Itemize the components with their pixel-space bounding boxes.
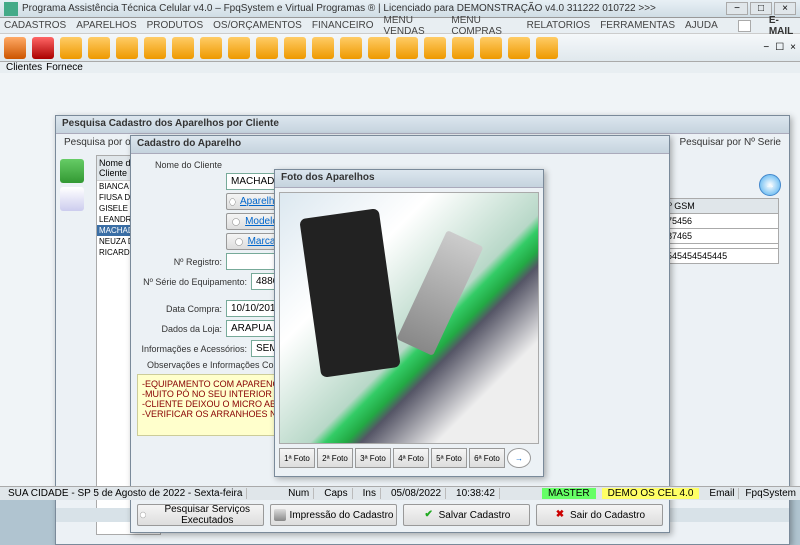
menu-ferramentas[interactable]: FERRAMENTAS	[600, 20, 675, 31]
menu-produtos[interactable]: PRODUTOS	[147, 20, 204, 31]
status-caps: Caps	[320, 488, 352, 499]
toolbar-icon-10[interactable]	[256, 37, 278, 59]
search-serial-label: Pesquisar por Nº Serie	[680, 137, 781, 148]
gsm-header: Nº GSM	[659, 198, 779, 214]
search-icon	[138, 509, 148, 521]
status-brand: FpqSystem	[745, 488, 796, 499]
foto-1-button[interactable]: 1ª Foto	[279, 448, 315, 468]
content-area: Pesquisa Cadastro dos Aparelhos por Clie…	[0, 73, 800, 493]
gsm-row[interactable]: 687465	[659, 229, 779, 244]
search-modal-title: Pesquisa Cadastro dos Aparelhos por Clie…	[56, 116, 789, 134]
status-city: SUA CIDADE - SP 5 de Agosto de 2022 - Se…	[4, 488, 247, 499]
marca-button[interactable]: Marca	[226, 233, 281, 250]
toolbar-icon-13[interactable]	[340, 37, 362, 59]
foto-modal: Foto dos Aparelhos 1ª Foto 2ª Foto 3ª Fo…	[274, 169, 544, 477]
toolbar-icon-8[interactable]	[200, 37, 222, 59]
status-num: Num	[284, 488, 314, 499]
foto-title: Foto dos Aparelhos	[275, 170, 543, 188]
status-ins: Ins	[359, 488, 381, 499]
menu-relatorios[interactable]: RELATORIOS	[527, 20, 591, 31]
main-toolbar: − ☐ ×	[0, 34, 800, 62]
toolbar-icon-7[interactable]	[172, 37, 194, 59]
toolbar-icon-15[interactable]	[396, 37, 418, 59]
info-label: Informações e Acessórios:	[137, 344, 247, 354]
search-icon	[232, 235, 246, 249]
toolbar-icon-20[interactable]	[536, 37, 558, 59]
toolbar-close[interactable]: ×	[790, 42, 796, 53]
registro-label: Nº Registro:	[137, 257, 222, 267]
status-bar: SUA CIDADE - SP 5 de Agosto de 2022 - Se…	[0, 486, 800, 500]
pesquisar-servicos-button[interactable]: Pesquisar Serviços Executados	[137, 504, 264, 526]
menu-ajuda[interactable]: AJUDA	[685, 20, 718, 31]
maximize-button[interactable]: □	[750, 2, 772, 15]
toolbar-icon-12[interactable]	[312, 37, 334, 59]
toolbar-max[interactable]: ☐	[775, 42, 784, 53]
toolbar-icon-4[interactable]	[88, 37, 110, 59]
menu-email[interactable]: E-MAIL	[769, 15, 796, 37]
menu-bar: CADASTROS APARELHOS PRODUTOS OS/ORÇAMENT…	[0, 18, 800, 34]
gsm-column: Nº GSM 875456 687465 4545454545445	[659, 198, 779, 264]
serie-label: Nº Série do Equipamento:	[137, 277, 247, 287]
gsm-row[interactable]: 4545454545445	[659, 249, 779, 264]
toolbar-label-fornece: Fornece	[46, 62, 83, 73]
nome-label: Nome do Cliente	[137, 160, 222, 170]
doc-icon[interactable]	[60, 187, 84, 211]
toolbar-icon-11[interactable]	[284, 37, 306, 59]
window-title: Programa Assistência Técnica Celular v4.…	[22, 3, 726, 14]
close-button[interactable]: ×	[774, 2, 796, 15]
toolbar-icon-6[interactable]	[144, 37, 166, 59]
status-email[interactable]: Email	[705, 488, 739, 499]
add-icon[interactable]	[60, 159, 84, 183]
status-date: 05/08/2022	[387, 488, 446, 499]
device-photo	[279, 192, 539, 444]
check-icon: ✔	[423, 509, 435, 521]
menu-os[interactable]: OS/ORÇAMENTOS	[213, 20, 302, 31]
modelo-button[interactable]: Modelo	[226, 213, 281, 230]
cadastro-title: Cadastro do Aparelho	[131, 136, 669, 154]
toolbar-min[interactable]: −	[763, 42, 769, 53]
fornecedores-icon[interactable]	[32, 37, 54, 59]
toolbar-label-clientes: Clientes	[6, 62, 42, 73]
menu-compras[interactable]: MENU COMPRAS	[451, 15, 516, 37]
toolbar-icon-5[interactable]	[116, 37, 138, 59]
menu-financeiro[interactable]: FINANCEIRO	[312, 20, 374, 31]
clientes-icon[interactable]	[4, 37, 26, 59]
status-time: 10:38:42	[452, 488, 500, 499]
toolbar-icon-18[interactable]	[480, 37, 502, 59]
menu-vendas[interactable]: MENU VENDAS	[384, 15, 442, 37]
sair-button[interactable]: ✖Sair do Cadastro	[536, 504, 663, 526]
envelope-icon	[738, 20, 751, 32]
toolbar-icon-17[interactable]	[452, 37, 474, 59]
close-icon: ✖	[554, 509, 566, 521]
foto-6-button[interactable]: 6ª Foto	[469, 448, 505, 468]
status-demo: DEMO OS CEL 4.0	[602, 488, 700, 499]
toolbar-icon-3[interactable]	[60, 37, 82, 59]
menu-aparelhos[interactable]: APARELHOS	[76, 20, 136, 31]
foto-next-button[interactable]: →	[507, 448, 531, 468]
status-master: MASTER	[542, 488, 596, 499]
foto-4-button[interactable]: 4ª Foto	[393, 448, 429, 468]
search-icon	[227, 195, 238, 209]
toolbar-icon-14[interactable]	[368, 37, 390, 59]
print-icon	[274, 509, 286, 521]
toolbar-icon-19[interactable]	[508, 37, 530, 59]
toolbar-icon-16[interactable]	[424, 37, 446, 59]
app-icon	[4, 2, 18, 16]
data-label: Data Compra:	[137, 304, 222, 314]
foto-5-button[interactable]: 5ª Foto	[431, 448, 467, 468]
minimize-button[interactable]: −	[726, 2, 748, 15]
search-icon	[229, 215, 243, 229]
menu-cadastros[interactable]: CADASTROS	[4, 20, 66, 31]
foto-2-button[interactable]: 2ª Foto	[317, 448, 353, 468]
salvar-button[interactable]: ✔Salvar Cadastro	[403, 504, 530, 526]
gsm-row[interactable]: 875456	[659, 214, 779, 229]
foto-3-button[interactable]: 3ª Foto	[355, 448, 391, 468]
aparelho-button[interactable]: Aparelho	[226, 193, 281, 210]
next-arrow-button[interactable]: →	[759, 174, 781, 196]
toolbar-icon-9[interactable]	[228, 37, 250, 59]
loja-label: Dados da Loja:	[137, 324, 222, 334]
imprimir-button[interactable]: Impressão do Cadastro	[270, 504, 397, 526]
